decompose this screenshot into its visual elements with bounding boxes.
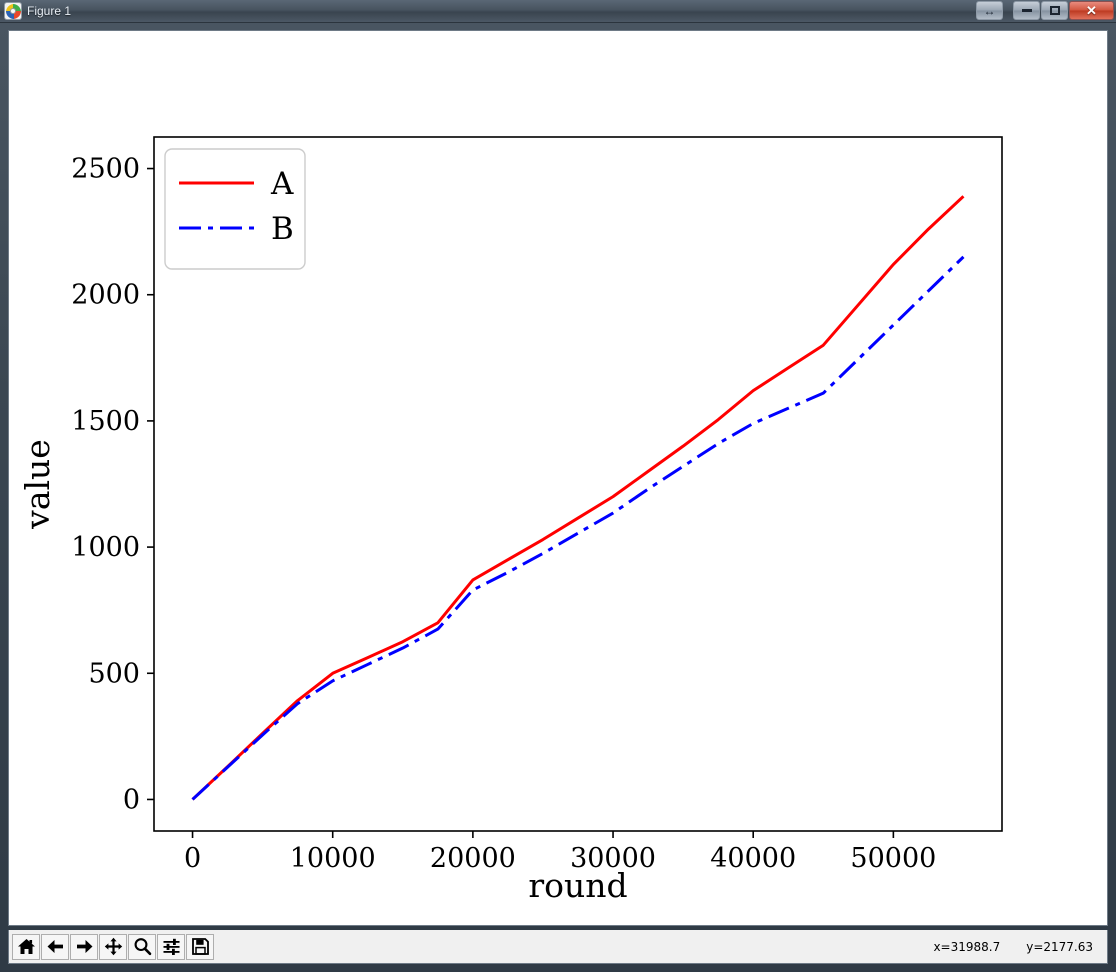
forward-button[interactable] xyxy=(70,933,98,960)
x-axis-ticks xyxy=(191,831,895,838)
home-button[interactable] xyxy=(12,933,40,960)
pan-button[interactable] xyxy=(99,933,127,960)
zoom-button[interactable] xyxy=(128,933,156,960)
y-axis-label: value xyxy=(18,439,57,530)
close-icon: ✕ xyxy=(1086,3,1097,18)
y-tick-label: 500 xyxy=(88,658,140,689)
legend: AB xyxy=(164,148,306,270)
x-tick-label: 50000 xyxy=(850,843,936,874)
subplot-sliders-icon xyxy=(163,938,179,955)
y-tick-label: 2000 xyxy=(71,280,140,311)
y-tick-label: 1000 xyxy=(71,532,140,563)
x-tick-label: 20000 xyxy=(430,843,516,874)
coordinate-readout: x=31988.7 y=2177.63 xyxy=(933,940,1093,954)
maximize-button[interactable] xyxy=(1041,1,1068,20)
navigation-toolbar: x=31988.7 y=2177.63 xyxy=(8,930,1108,964)
figure-window: Figure 1 ↔ ✕ 0 10000 20000 30000 40000 50 xyxy=(0,0,1116,972)
matplotlib-icon xyxy=(5,3,21,19)
y-axis-tick-labels: 0 500 1000 1500 2000 2500 xyxy=(71,154,140,816)
series-line-B xyxy=(191,255,965,801)
legend-label-A: A xyxy=(270,166,294,202)
line-chart: 0 10000 20000 30000 40000 50000 0500100015002… xyxy=(18,136,1003,905)
configure-subplots-button[interactable] xyxy=(157,933,185,960)
maximize-icon xyxy=(1049,6,1060,15)
save-button[interactable] xyxy=(186,933,214,960)
x-tick-label: 40000 xyxy=(710,843,796,874)
minimize-button[interactable] xyxy=(1013,1,1040,20)
pan-move-icon xyxy=(104,937,122,956)
zoom-magnifier-icon xyxy=(134,938,151,956)
y-tick-label: 2500 xyxy=(71,154,140,185)
window-title: Figure 1 xyxy=(27,4,72,18)
figure-canvas[interactable]: 0 10000 20000 30000 40000 50000 0 500 1000 1500 2… xyxy=(8,30,1108,926)
y-axis-ticks xyxy=(147,167,154,801)
close-button[interactable]: ✕ xyxy=(1069,1,1114,20)
series-line-A xyxy=(191,195,965,801)
data-series xyxy=(191,195,965,801)
x-tick-label: 10000 xyxy=(290,843,376,874)
resize-button[interactable]: ↔ xyxy=(976,1,1003,20)
save-floppy-icon xyxy=(191,938,209,955)
coordinate-x: x=31988.7 xyxy=(933,939,1001,954)
y-tick-label: 1500 xyxy=(71,406,140,437)
x-tick-label: 0 xyxy=(184,843,201,874)
back-button[interactable] xyxy=(41,933,69,960)
home-icon xyxy=(17,939,35,954)
resize-arrow-icon: ↔ xyxy=(983,3,996,18)
x-axis-label: round xyxy=(528,866,627,905)
legend-label-B: B xyxy=(271,211,294,247)
y-tick-label: 0 xyxy=(123,784,140,815)
forward-arrow-icon xyxy=(76,940,92,953)
title-bar[interactable]: Figure 1 ↔ ✕ xyxy=(0,0,1116,23)
minimize-icon xyxy=(1021,9,1032,12)
back-arrow-icon xyxy=(47,940,63,953)
window-controls: ↔ ✕ xyxy=(975,1,1114,20)
coordinate-y: y=2177.63 xyxy=(1026,939,1093,954)
